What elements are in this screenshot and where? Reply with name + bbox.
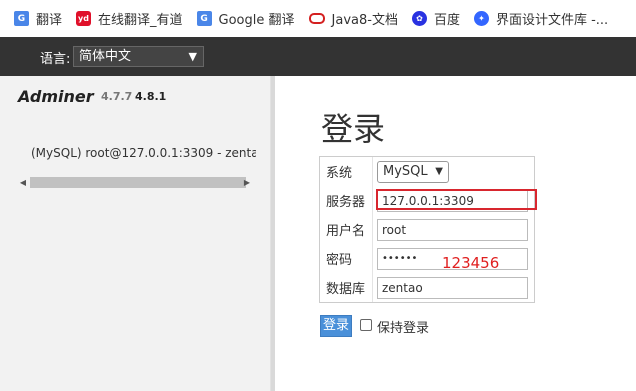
language-select-value: 简体中文 bbox=[79, 49, 132, 64]
password-label: 密码 bbox=[326, 253, 353, 268]
system-select-value: MySQL bbox=[383, 164, 428, 179]
app-name-link[interactable]: Adminer bbox=[18, 87, 94, 106]
login-form: 系统 MySQL ▼ 服务器 127.0.0.1:3309 用户名 root 密… bbox=[319, 156, 537, 303]
database-input[interactable]: zentao bbox=[377, 277, 528, 299]
bookmark-java8-docs[interactable]: Java8-文档 bbox=[308, 0, 398, 37]
bookmark-label: Google 翻译 bbox=[218, 13, 295, 28]
bookmark-youdao[interactable]: yd 在线翻译_有道 bbox=[76, 0, 183, 37]
google-translate-icon: G bbox=[14, 11, 29, 26]
sidebar-divider bbox=[271, 76, 275, 391]
language-select[interactable]: 简体中文 ▼ bbox=[73, 46, 204, 67]
ui-library-icon: ✦ bbox=[473, 11, 489, 26]
bookmark-label: 界面设计文件库 -... bbox=[495, 13, 609, 28]
divider bbox=[372, 244, 373, 273]
bookmark-translate[interactable]: G 翻译 bbox=[14, 0, 62, 37]
chevron-down-icon: ▼ bbox=[188, 50, 197, 63]
chevron-down-icon: ▼ bbox=[435, 166, 443, 177]
sidebar: Adminer 4.7.7 4.8.1 (MySQL) root@127.0.0… bbox=[0, 76, 271, 391]
password-annotation: 123456 bbox=[442, 254, 500, 272]
server-link[interactable]: (MySQL) root@127.0.0.1:3309 - zentao bbox=[31, 146, 256, 160]
divider bbox=[372, 273, 373, 302]
keep-login-checkbox[interactable] bbox=[360, 319, 372, 331]
system-label: 系统 bbox=[326, 166, 353, 181]
baidu-icon: ✿ bbox=[411, 11, 427, 26]
system-select[interactable]: MySQL ▼ bbox=[377, 161, 449, 183]
bookmark-ui-library[interactable]: ✦ 界面设计文件库 -... bbox=[473, 0, 609, 37]
keep-login-label[interactable]: 保持登录 bbox=[377, 317, 429, 336]
bookmark-label: 在线翻译_有道 bbox=[98, 13, 183, 28]
version-new-link[interactable]: 4.8.1 bbox=[135, 90, 166, 103]
row-system: 系统 MySQL ▼ bbox=[320, 157, 534, 186]
username-label: 用户名 bbox=[326, 224, 366, 239]
bookmark-label: Java8-文档 bbox=[331, 13, 398, 28]
scrollbar-thumb[interactable] bbox=[30, 177, 246, 188]
language-label: 语言: bbox=[40, 52, 71, 67]
page-title: 登录 bbox=[321, 110, 386, 148]
server-input[interactable]: 127.0.0.1:3309 bbox=[377, 190, 528, 212]
username-input[interactable]: root bbox=[377, 219, 528, 241]
scroll-left-icon[interactable]: ◀ bbox=[16, 175, 30, 190]
divider bbox=[372, 157, 373, 186]
horizontal-scrollbar[interactable]: ◀ ▶ bbox=[16, 175, 254, 190]
row-username: 用户名 root bbox=[320, 215, 534, 244]
database-label: 数据库 bbox=[326, 282, 366, 297]
version-current: 4.7.7 bbox=[101, 90, 133, 103]
bookmark-label: 翻译 bbox=[36, 13, 63, 28]
google-translate-icon: G bbox=[196, 11, 212, 26]
divider bbox=[372, 215, 373, 244]
youdao-icon: yd bbox=[76, 11, 92, 26]
bookmark-google-translate[interactable]: G Google 翻译 bbox=[196, 0, 295, 37]
divider bbox=[372, 186, 373, 215]
oracle-icon bbox=[308, 13, 325, 24]
row-server: 服务器 127.0.0.1:3309 bbox=[320, 186, 537, 215]
server-label: 服务器 bbox=[326, 195, 366, 210]
language-bar: 语言: 简体中文 ▼ bbox=[0, 37, 636, 76]
login-button[interactable]: 登录 bbox=[320, 315, 352, 337]
row-password: 密码 •••••• bbox=[320, 244, 534, 273]
password-value: •••••• bbox=[382, 253, 418, 264]
scroll-right-icon[interactable]: ▶ bbox=[240, 175, 254, 190]
bookmark-label: 百度 bbox=[433, 13, 460, 28]
bookmarks-bar: G 翻译 yd 在线翻译_有道 G Google 翻译 Java8-文档 ✿ 百… bbox=[0, 0, 636, 37]
row-database: 数据库 zentao bbox=[320, 273, 534, 302]
bookmark-baidu[interactable]: ✿ 百度 bbox=[411, 0, 460, 37]
